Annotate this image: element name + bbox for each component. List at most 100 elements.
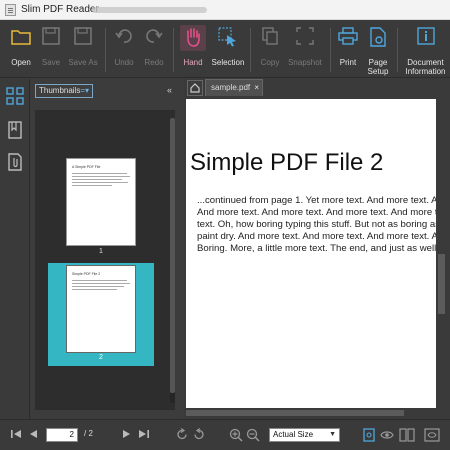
thumbnail-scrollbar-thumb[interactable]	[170, 118, 175, 393]
document-vertical-scrollbar[interactable]	[436, 99, 450, 408]
page-setup-label: Page Setup	[362, 58, 394, 76]
floppy-edit-icon	[74, 27, 92, 45]
print-button[interactable]: Print	[334, 20, 362, 78]
thumbnail-text-line	[72, 280, 127, 281]
document-information-label: Document Information	[401, 58, 450, 76]
thumbnail-text-line	[72, 176, 130, 177]
pdf-text-line: text. Oh, how boring typing this stuff. …	[197, 219, 436, 230]
redo-icon	[146, 29, 163, 43]
document-information-label-line1: Document	[407, 58, 444, 67]
redo-label: Redo	[144, 58, 164, 67]
undo-label: Undo	[114, 58, 134, 67]
hand-tool-button[interactable]: Hand	[177, 20, 209, 78]
page-number-label: 2	[99, 354, 103, 361]
thumbnail-heading: A Simple PDF File	[72, 165, 101, 169]
hand-icon	[187, 28, 200, 47]
pdf-page-title: Simple PDF File 2	[190, 149, 384, 176]
zoom-level-select[interactable]: Actual Size ▼	[269, 428, 340, 442]
save-button[interactable]: Save	[34, 20, 68, 78]
close-tab-icon[interactable]: ×	[254, 80, 259, 96]
last-page-icon[interactable]	[138, 428, 150, 445]
page-setup-button[interactable]: Page Setup	[362, 20, 394, 78]
rotate-counterclockwise-icon[interactable]	[192, 428, 205, 446]
previous-page-icon[interactable]	[28, 428, 38, 445]
pdf-page-view[interactable]: Simple PDF File 2 ...continued from page…	[186, 99, 436, 408]
thumbnail-text-line	[72, 173, 127, 174]
snapshot-button[interactable]: Snapshot	[285, 20, 325, 78]
copy-button[interactable]: Copy	[254, 20, 286, 78]
facing-pages-view-icon[interactable]	[399, 428, 415, 447]
home-icon	[190, 83, 200, 93]
single-page-view-icon[interactable]	[362, 428, 376, 447]
thumbnail-text-line	[72, 182, 128, 183]
dropdown-arrow-icon: =▾	[80, 86, 89, 95]
page-thumbnail-2[interactable]: Simple PDF File 2	[66, 265, 136, 353]
zoom-level-value: Actual Size	[273, 430, 314, 439]
panel-view-select[interactable]: Thumbnails =▾	[35, 84, 93, 98]
first-page-icon[interactable]	[10, 428, 22, 445]
page-setup-label-line2: Setup	[367, 67, 389, 76]
info-icon	[416, 27, 435, 45]
horizontal-scrollbar-thumb[interactable]	[186, 410, 404, 416]
continuous-view-icon[interactable]	[380, 428, 394, 447]
thumbnails-panel: Thumbnails =▾ « A Simple PDF File 1 Simp…	[31, 79, 183, 419]
selected-thumbnail-highlight[interactable]: Simple PDF File 2 2	[48, 263, 154, 366]
window-title: Slim PDF Reader	[21, 4, 99, 15]
document-horizontal-scrollbar[interactable]	[186, 408, 436, 418]
toolbar: Open Save Save As Undo Redo Hand Selecti…	[0, 20, 450, 78]
thumbnail-text-line	[72, 283, 130, 284]
status-navigation-bar: 2 / 2 Actual Size ▼	[0, 419, 450, 450]
document-tab[interactable]: sample.pdf ×	[205, 79, 263, 96]
selection-cursor-icon	[218, 27, 236, 47]
thumbnail-text-line	[72, 286, 124, 287]
page-thumbnail-1[interactable]: A Simple PDF File	[66, 158, 136, 246]
thumbnail-heading: Simple PDF File 2	[72, 272, 101, 276]
page-setup-label-line1: Page	[368, 58, 388, 67]
thumbnail-text-line	[72, 185, 112, 186]
zoom-in-icon[interactable]	[229, 428, 243, 447]
toolbar-separator	[105, 28, 106, 72]
save-as-button[interactable]: Save As	[64, 20, 102, 78]
undo-button[interactable]: Undo	[108, 20, 140, 78]
page-number-label: 1	[99, 248, 103, 255]
thumbnail-text-line	[72, 289, 117, 290]
document-tab-label: sample.pdf	[211, 83, 251, 92]
collapse-panel-icon[interactable]: «	[167, 85, 172, 95]
attachments-panel-icon[interactable]	[6, 153, 24, 171]
redo-button[interactable]: Redo	[138, 20, 170, 78]
current-page-input[interactable]: 2	[46, 428, 78, 442]
document-information-label-line2: Information	[405, 67, 446, 76]
bookmarks-panel-icon[interactable]	[6, 121, 24, 139]
snapshot-icon	[296, 27, 314, 45]
rotate-clockwise-icon[interactable]	[176, 428, 189, 446]
thumbnails-panel-icon[interactable]	[6, 87, 24, 105]
undo-icon	[115, 29, 132, 43]
document-information-button[interactable]: Document Information	[401, 20, 450, 78]
selection-label: Selection	[211, 58, 245, 67]
thumbnail-scrollbar[interactable]	[170, 118, 175, 403]
home-tab-button[interactable]	[187, 80, 203, 96]
print-label: Print	[339, 58, 357, 67]
pdf-text-line: ...continued from page 1. Yet more text.…	[197, 195, 436, 206]
vertical-scrollbar-thumb[interactable]	[438, 254, 445, 314]
toolbar-separator	[330, 28, 331, 72]
next-page-icon[interactable]	[122, 428, 132, 445]
pdf-page-body: ...continued from page 1. Yet more text.…	[197, 195, 436, 255]
save-as-label: Save As	[68, 58, 98, 67]
total-pages-label: / 2	[84, 429, 93, 438]
zoom-out-icon[interactable]	[246, 428, 260, 447]
thumbnail-text-line	[72, 179, 122, 180]
reading-mode-icon[interactable]	[424, 428, 440, 447]
floppy-icon	[42, 27, 60, 45]
panel-view-select-value: Thumbnails	[39, 86, 81, 95]
toolbar-separator	[173, 28, 174, 72]
document-area: sample.pdf × Simple PDF File 2 ...contin…	[184, 79, 450, 419]
pdf-text-line: paint dry. And more text. And more text.…	[197, 231, 436, 242]
side-icon-rail	[0, 79, 30, 419]
window-title-path-blurred	[92, 7, 207, 13]
app-icon	[5, 4, 16, 16]
copy-label: Copy	[260, 58, 280, 67]
toolbar-separator	[397, 28, 398, 72]
selection-tool-button[interactable]: Selection	[209, 20, 247, 78]
snapshot-label: Snapshot	[288, 58, 322, 67]
